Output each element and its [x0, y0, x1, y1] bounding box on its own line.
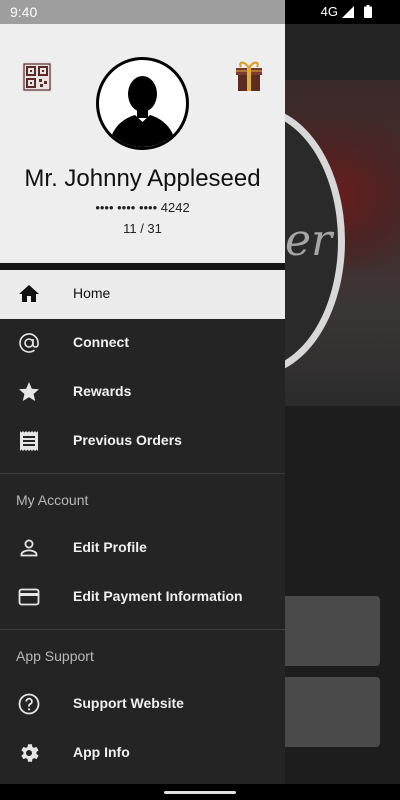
- section-title-app-support: App Support: [16, 648, 94, 664]
- nav-item-label: App Info: [73, 744, 130, 760]
- gear-icon: [21, 744, 39, 762]
- home-icon: [19, 285, 39, 302]
- avatar[interactable]: [96, 57, 189, 150]
- status-bar: 9:40 4G: [0, 0, 400, 24]
- at-sign-icon: [19, 333, 39, 353]
- status-time: 9:40: [10, 4, 38, 20]
- nav-item-label: Connect: [73, 334, 129, 350]
- nav-item-app-info[interactable]: App Info: [0, 729, 285, 778]
- nav-item-label: Previous Orders: [73, 432, 182, 448]
- punch-count: 11 / 31: [123, 221, 162, 236]
- star-icon: [19, 382, 39, 401]
- background-card: [285, 596, 380, 666]
- system-navigation-bar: [0, 784, 400, 800]
- person-icon: [20, 539, 38, 557]
- nav-item-connect[interactable]: Connect: [0, 319, 285, 368]
- nav-item-rewards[interactable]: Rewards: [0, 368, 285, 417]
- nav-item-previous-orders[interactable]: Previous Orders: [0, 417, 285, 466]
- section-title-my-account: My Account: [16, 492, 89, 508]
- battery-icon: [364, 5, 372, 18]
- user-silhouette-icon: [109, 76, 176, 147]
- nav-item-edit-profile[interactable]: Edit Profile: [0, 524, 285, 573]
- nav-item-label: Support Website: [73, 695, 184, 711]
- nav-item-support-website[interactable]: Support Website: [0, 680, 285, 729]
- background-app-bar: [285, 24, 400, 80]
- section-divider: [0, 473, 285, 474]
- header-divider: [0, 263, 285, 270]
- receipt-icon: [20, 431, 38, 451]
- credit-card-icon: [18, 588, 40, 606]
- nav-item-label: Rewards: [73, 383, 132, 399]
- nav-item-edit-payment[interactable]: Edit Payment Information: [0, 573, 285, 622]
- nav-item-label: Edit Payment Information: [73, 588, 243, 604]
- network-type-label: 4G: [320, 4, 338, 19]
- user-name: Mr. Johnny Appleseed: [24, 165, 261, 192]
- drawer-header: Mr. Johnny Appleseed •••• •••• •••• 4242…: [0, 24, 285, 263]
- hero-logo-text: er: [285, 215, 333, 266]
- background-card: [285, 677, 380, 747]
- gift-icon[interactable]: [234, 60, 264, 92]
- background-hero-image: er: [285, 80, 400, 406]
- card-number: •••• •••• •••• 4242: [95, 200, 190, 215]
- navigation-drawer: Mr. Johnny Appleseed •••• •••• •••• 4242…: [0, 24, 285, 784]
- section-divider: [0, 629, 285, 630]
- signal-icon: [342, 5, 354, 18]
- nav-item-label: Home: [73, 285, 111, 301]
- nav-item-home[interactable]: Home: [0, 270, 285, 319]
- help-circle-icon: [18, 693, 40, 715]
- nav-item-label: Edit Profile: [73, 539, 147, 555]
- gesture-handle[interactable]: [164, 791, 236, 794]
- qr-code-icon[interactable]: [22, 62, 52, 92]
